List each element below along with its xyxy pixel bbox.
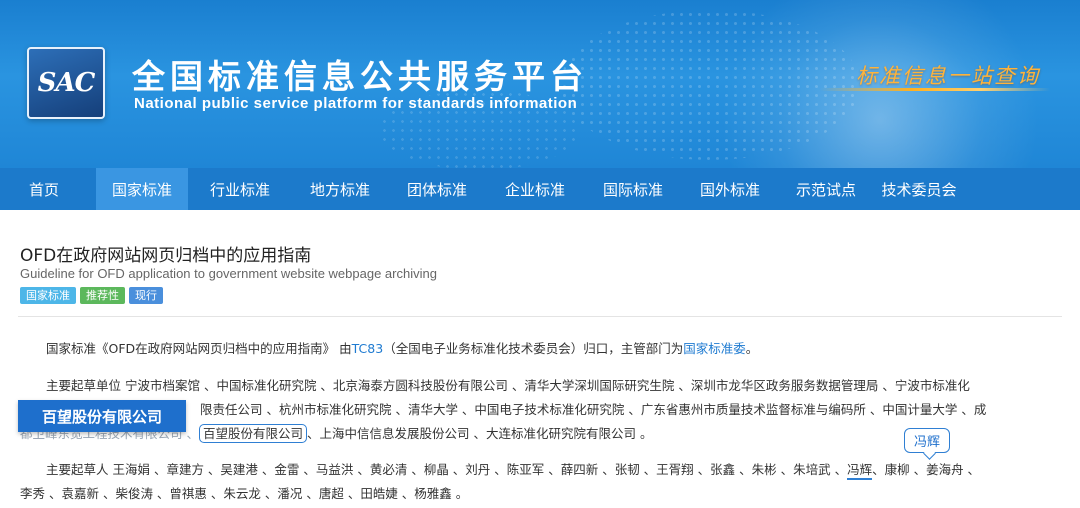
badge-national-standard: 国家标准 [20, 287, 76, 304]
standard-title-en: Guideline for OFD application to governm… [20, 266, 437, 281]
nav-item-home[interactable]: 首页 [0, 168, 88, 210]
person-callout: 冯辉 [904, 428, 950, 453]
site-title-en: National public service platform for sta… [134, 95, 578, 112]
intro-suffix: 。 [745, 341, 759, 356]
dept-link[interactable]: 国家标准委 [683, 341, 746, 356]
intro-prefix: 国家标准《OFD在政府网站网页归档中的应用指南》 由 [46, 341, 352, 356]
nav-item-industry-standards[interactable]: 行业标准 [188, 168, 292, 210]
drafters-line1-prefix: 主要起草人 王海娟 、章建方 、吴建港 、金雷 、马益洪 、黄必清 、柳晶 、刘… [46, 462, 848, 477]
site-banner: SAC 全国标准信息公共服务平台 National public service… [0, 0, 1080, 168]
drafting-units-line2: 限责任公司 、杭州市标准化研究院 、清华大学 、中国电子技术标准化研究院 、广东… [200, 402, 987, 417]
badge-recommended: 推荐性 [80, 287, 125, 304]
drafting-units-line1: 主要起草单位 宁波市档案馆 、中国标准化研究院 、北京海泰方圆科技股份有限公司 … [46, 378, 970, 393]
drafting-units-line3-suffix: 、上海中信信息发展股份公司 、大连标准化研究院有限公司 。 [307, 426, 653, 441]
logo-text: SAC [37, 68, 96, 98]
drafters-line1: 主要起草人 王海娟 、章建方 、吴建港 、金雷 、马益洪 、黄必清 、柳晶 、刘… [46, 462, 981, 480]
nav-item-national-standards[interactable]: 国家标准 [96, 168, 188, 210]
nav-item-technical-committee[interactable]: 技术委员会 [874, 168, 964, 210]
nav-item-local-standards[interactable]: 地方标准 [292, 168, 388, 210]
standard-badges: 国家标准 推荐性 现行 [20, 287, 163, 304]
section-divider [18, 316, 1062, 317]
nav-item-demonstration-pilot[interactable]: 示范试点 [778, 168, 874, 210]
highlighted-company: 百望股份有限公司 [198, 424, 307, 443]
site-title-cn: 全国标准信息公共服务平台 [132, 57, 588, 96]
standard-title: OFD在政府网站网页归档中的应用指南 [20, 246, 312, 266]
nav-item-group-standards[interactable]: 团体标准 [388, 168, 486, 210]
drafters-line1-suffix: 、康柳 、姜海舟 、 [872, 462, 981, 477]
nav-item-foreign-standards[interactable]: 国外标准 [682, 168, 778, 210]
banner-world-map-dots [560, 10, 860, 160]
main-nav: 首页 国家标准 行业标准 地方标准 团体标准 企业标准 国际标准 国外标准 示范… [0, 168, 1080, 210]
intro-middle: （全国电子业务标准化技术委员会）归口，主管部门为 [383, 341, 684, 356]
sac-logo[interactable]: SAC [27, 47, 105, 119]
badge-current: 现行 [129, 287, 163, 304]
tc-link[interactable]: TC83 [352, 341, 384, 356]
intro-paragraph: 国家标准《OFD在政府网站网页归档中的应用指南》 由TC83（全国电子业务标准化… [46, 341, 758, 357]
site-slogan: 标准信息一站查询 [856, 64, 1040, 88]
drafters-line2: 李秀 、袁嘉新 、柴俊涛 、曾祺惠 、朱云龙 、潘况 、唐超 、田皓婕 、杨雅鑫… [20, 486, 469, 501]
slogan-underline [820, 88, 1050, 91]
company-callout: 百望股份有限公司 [18, 400, 186, 432]
highlighted-person: 冯辉 [847, 462, 873, 480]
nav-item-international-standards[interactable]: 国际标准 [584, 168, 682, 210]
nav-item-enterprise-standards[interactable]: 企业标准 [486, 168, 584, 210]
